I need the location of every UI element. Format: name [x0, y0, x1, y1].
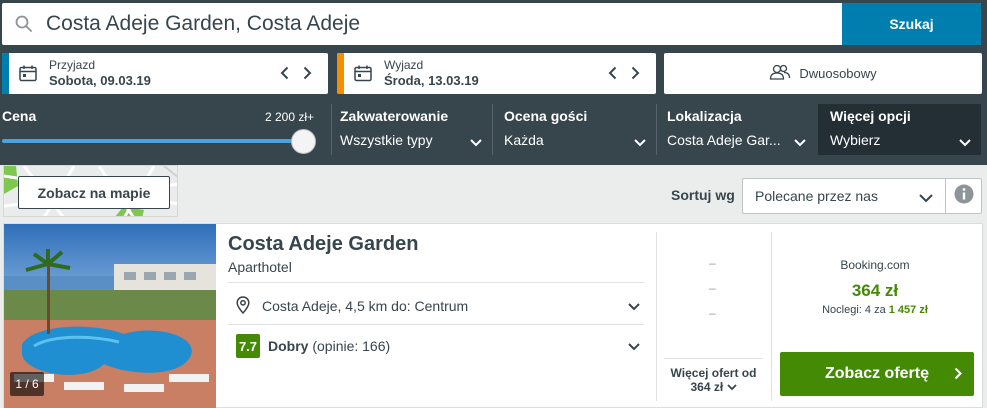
location-filter[interactable]: Lokalizacja Costa Adeje Gar... [659, 104, 816, 155]
nights-prefix: Noclegi: 4 za [822, 304, 886, 316]
rating-label: Dobry [268, 338, 309, 354]
search-input[interactable] [46, 3, 842, 45]
offer-placeholder: – [709, 306, 716, 320]
divider [228, 282, 644, 283]
location-pin-icon [236, 295, 250, 317]
calendar-icon [19, 65, 37, 87]
accommodation-filter-title: Zakwaterowanie [340, 108, 449, 124]
info-button[interactable] [945, 178, 982, 214]
checkin-date[interactable]: Przyjazd Sobota, 09.03.19 [2, 53, 328, 94]
room-type-select[interactable]: Dwuosobowy [664, 53, 982, 94]
rating-score: 7.7 [236, 334, 260, 358]
checkin-value: Sobota, 09.03.19 [49, 73, 151, 88]
guest-rating-filter[interactable]: Ocena gości Każda [496, 104, 656, 155]
map-thumbnail[interactable]: Zobacz na mapie [3, 165, 178, 217]
location-row[interactable]: Costa Adeje, 4,5 km do: Centrum [236, 295, 640, 317]
hotel-type: Aparthotel [228, 259, 292, 275]
chevron-down-icon [726, 380, 737, 394]
people-icon [769, 64, 791, 83]
sort-label: Sortuj wg [671, 187, 735, 203]
view-offer-label: Zobacz ofertę [824, 365, 929, 382]
more-options-filter[interactable]: Więcej opcji Wybierz [818, 104, 981, 155]
offer-placeholder: – [709, 256, 716, 270]
checkin-label: Przyjazd [49, 58, 96, 72]
nights-info: Noclegi: 4 za 1 457 zł [780, 304, 970, 316]
checkout-accent [337, 53, 344, 94]
more-offers-label: Więcej ofert od [670, 366, 757, 380]
search-icon [2, 3, 46, 45]
hotel-card[interactable]: 1 / 6 Costa Adeje Garden Aparthotel Cost… [3, 223, 983, 408]
column-divider [771, 232, 772, 401]
rating-row[interactable]: 7.7 Dobry (opinie: 166) [236, 334, 640, 358]
provider-name: Booking.com [840, 258, 910, 272]
chevron-down-icon [959, 134, 971, 152]
divider [664, 358, 763, 359]
more-offers-price: 364 zł [690, 380, 724, 394]
chevron-down-icon [634, 134, 646, 152]
accommodation-filter[interactable]: Zakwaterowanie Wszystkie typy [332, 104, 492, 155]
more-options-title: Więcej opcji [830, 108, 911, 124]
chevron-right-icon [954, 367, 962, 385]
chevron-down-icon [794, 134, 806, 152]
offer-placeholder: – [709, 281, 716, 295]
hotel-photo[interactable]: 1 / 6 [4, 224, 216, 408]
location-filter-title: Lokalizacja [667, 108, 742, 124]
search-bar: Szukaj [2, 3, 981, 45]
chevron-left-icon[interactable] [278, 65, 291, 80]
price-slider-track[interactable] [2, 139, 304, 143]
chevron-left-icon[interactable] [606, 65, 619, 80]
photo-counter: 1 / 6 [10, 372, 44, 396]
filter-bar: Cena 2 200 zł+ Zakwaterowanie Wszystkie … [0, 104, 987, 155]
nights-total: 1 457 zł [888, 304, 928, 316]
sort-select[interactable]: Polecane przez nas [742, 178, 946, 214]
checkout-value: Środa, 13.03.19 [384, 73, 479, 88]
rating-reviews: (opinie: 166) [312, 338, 391, 354]
checkin-accent [2, 53, 9, 94]
search-button[interactable]: Szukaj [842, 3, 981, 45]
view-offer-button[interactable]: Zobacz ofertę [780, 352, 974, 396]
chevron-down-icon [470, 134, 482, 152]
column-divider [656, 232, 657, 401]
price-filter-max: 2 200 zł+ [265, 110, 315, 124]
hotel-name[interactable]: Costa Adeje Garden [228, 233, 418, 256]
more-offers-button[interactable]: Więcej ofert od 364 zł [666, 366, 761, 394]
accommodation-filter-value: Wszystkie typy [340, 132, 433, 148]
room-type-label: Dwuosobowy [799, 66, 877, 81]
chevron-right-icon[interactable] [629, 65, 642, 80]
sort-value: Polecane przez nas [755, 188, 878, 204]
more-options-value: Wybierz [830, 132, 881, 148]
checkout-date[interactable]: Wyjazd Środa, 13.03.19 [337, 53, 656, 94]
checkout-label: Wyjazd [384, 58, 424, 72]
calendar-icon [354, 65, 372, 87]
chevron-right-icon[interactable] [301, 65, 314, 80]
price-filter-title: Cena [2, 108, 37, 124]
chevron-down-icon[interactable] [628, 338, 640, 354]
price-slider-handle[interactable] [291, 129, 316, 154]
guest-rating-filter-title: Ocena gości [504, 108, 588, 124]
info-icon [954, 184, 974, 209]
results-area: Zobacz na mapie Sortuj wg Polecane przez… [0, 165, 987, 408]
guest-rating-filter-value: Każda [504, 132, 544, 148]
chevron-down-icon [919, 190, 933, 206]
price-filter[interactable]: Cena 2 200 zł+ [0, 104, 330, 155]
chevron-down-icon[interactable] [628, 298, 640, 314]
location-text: Costa Adeje, 4,5 km do: Centrum [262, 298, 469, 314]
divider [228, 324, 644, 325]
location-filter-value: Costa Adeje Gar... [667, 132, 781, 148]
price: 364 zł [851, 281, 899, 300]
show-on-map-button[interactable]: Zobacz na mapie [18, 176, 170, 209]
